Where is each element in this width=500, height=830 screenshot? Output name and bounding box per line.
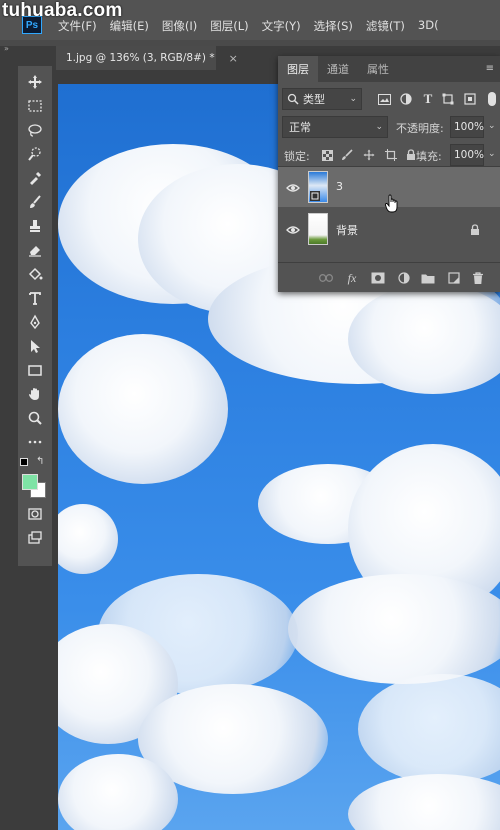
fill-dropdown-icon[interactable]: ⌄ bbox=[488, 149, 496, 159]
paint-bucket-tool-icon[interactable] bbox=[24, 264, 46, 284]
layer-style-icon[interactable]: fx bbox=[344, 271, 360, 285]
cloud bbox=[358, 674, 500, 784]
visibility-eye-icon[interactable] bbox=[286, 180, 300, 194]
document-tab[interactable]: 1.jpg @ 136% (3, RGB/8#) * × bbox=[56, 46, 238, 70]
quick-select-tool-icon[interactable] bbox=[24, 144, 46, 164]
close-document-icon[interactable]: × bbox=[229, 52, 238, 65]
menu-layer[interactable]: 图层(L) bbox=[210, 18, 248, 34]
more-tools-icon[interactable] bbox=[24, 432, 46, 452]
quick-mask-icon[interactable] bbox=[24, 504, 46, 524]
menu-filter[interactable]: 滤镜(T) bbox=[366, 18, 405, 34]
opacity-dropdown-icon[interactable]: ⌄ bbox=[488, 121, 496, 131]
collapse-toolbar-icon[interactable]: » bbox=[4, 44, 9, 53]
blend-mode-value: 正常 bbox=[289, 121, 311, 134]
foreground-color-swatch[interactable] bbox=[22, 474, 38, 490]
chevron-down-icon: ⌄ bbox=[375, 122, 383, 132]
layers-panel-footer: fx bbox=[278, 262, 500, 292]
menu-image[interactable]: 图像(I) bbox=[162, 18, 197, 34]
new-layer-icon[interactable] bbox=[446, 271, 462, 285]
menu-bar: Ps 文件(F) 编辑(E) 图像(I) 图层(L) 文字(Y) 选择(S) 滤… bbox=[0, 0, 500, 40]
eraser-tool-icon[interactable] bbox=[24, 240, 46, 260]
layers-panel: 图层 通道 属性 ≡ 类型 ⌄ T 正常 ⌄ 不透明度: 100% ⌄ 锁定: … bbox=[278, 56, 500, 292]
filter-smart-object-icon[interactable] bbox=[462, 91, 478, 107]
cloud bbox=[58, 334, 228, 484]
hand-cursor-icon bbox=[384, 194, 398, 213]
type-tool-icon[interactable] bbox=[24, 288, 46, 308]
cloud bbox=[288, 574, 500, 684]
blend-row: 正常 ⌄ 不透明度: 100% ⌄ bbox=[282, 116, 496, 138]
delete-layer-icon[interactable] bbox=[470, 271, 486, 285]
lock-pixels-icon[interactable] bbox=[340, 148, 354, 162]
lasso-tool-icon[interactable] bbox=[24, 120, 46, 140]
adjustment-layer-icon[interactable] bbox=[396, 271, 412, 285]
path-select-tool-icon[interactable] bbox=[24, 336, 46, 356]
move-tool-icon[interactable] bbox=[24, 72, 46, 92]
layer-thumbnail bbox=[308, 213, 328, 245]
swap-colors-icon[interactable]: ↰ bbox=[36, 456, 44, 467]
panel-menu-icon[interactable]: ≡ bbox=[486, 63, 494, 74]
filter-kind-select[interactable]: 类型 ⌄ bbox=[282, 88, 362, 110]
add-mask-icon[interactable] bbox=[370, 271, 386, 285]
menu-3d[interactable]: 3D( bbox=[418, 18, 439, 34]
filter-kind-label: 类型 bbox=[303, 93, 325, 106]
cloud bbox=[58, 504, 118, 574]
fill-label: 填充: bbox=[416, 150, 442, 163]
link-layers-icon[interactable] bbox=[318, 271, 334, 285]
lock-transparent-icon[interactable] bbox=[320, 148, 334, 162]
new-group-icon[interactable] bbox=[420, 271, 436, 285]
eyedropper-tool-icon[interactable] bbox=[24, 168, 46, 188]
panel-tabs: 图层 通道 属性 bbox=[278, 56, 500, 82]
lock-label: 锁定: bbox=[284, 150, 310, 163]
stamp-tool-icon[interactable] bbox=[24, 216, 46, 236]
menu-type[interactable]: 文字(Y) bbox=[262, 18, 301, 34]
layer-filter-row: 类型 ⌄ T bbox=[282, 88, 496, 110]
layer-name: 3 bbox=[336, 180, 343, 193]
filter-toggle[interactable] bbox=[488, 92, 496, 106]
blend-mode-select[interactable]: 正常 ⌄ bbox=[282, 116, 388, 138]
watermark: tuhuaba.com bbox=[2, 0, 123, 21]
document-tab-title: 1.jpg @ 136% (3, RGB/8#) * bbox=[66, 52, 215, 64]
chevron-down-icon: ⌄ bbox=[349, 94, 357, 104]
opacity-label: 不透明度: bbox=[396, 122, 444, 135]
filter-shape-icon[interactable] bbox=[440, 91, 456, 107]
brush-tool-icon[interactable] bbox=[24, 192, 46, 212]
layer-name: 背景 bbox=[336, 224, 358, 237]
layer-list: 3 背景 bbox=[278, 166, 500, 262]
pen-tool-icon[interactable] bbox=[24, 312, 46, 332]
visibility-eye-icon[interactable] bbox=[286, 222, 300, 236]
filter-type-icon[interactable]: T bbox=[420, 91, 436, 107]
cloud bbox=[348, 774, 500, 830]
lock-icon bbox=[470, 221, 482, 235]
search-icon bbox=[287, 93, 299, 105]
menu-select[interactable]: 选择(S) bbox=[314, 18, 353, 34]
lock-artboard-icon[interactable] bbox=[384, 148, 398, 162]
lock-position-icon[interactable] bbox=[362, 148, 376, 162]
lock-row: 锁定: 填充: 100% ⌄ bbox=[282, 144, 496, 166]
filter-adjustment-icon[interactable] bbox=[398, 91, 414, 107]
smart-object-badge-icon bbox=[310, 191, 320, 201]
tab-channels[interactable]: 通道 bbox=[318, 56, 358, 82]
fill-field[interactable]: 100% bbox=[450, 144, 484, 166]
photoshop-window: Ps 文件(F) 编辑(E) 图像(I) 图层(L) 文字(Y) 选择(S) 滤… bbox=[0, 0, 500, 830]
default-colors-icon[interactable] bbox=[20, 458, 28, 466]
layer-row-background[interactable]: 背景 bbox=[278, 209, 500, 249]
marquee-tool-icon[interactable] bbox=[24, 96, 46, 116]
filter-pixel-icon[interactable] bbox=[376, 91, 392, 107]
tab-properties[interactable]: 属性 bbox=[358, 56, 398, 82]
zoom-tool-icon[interactable] bbox=[24, 408, 46, 428]
tab-layers[interactable]: 图层 bbox=[278, 56, 318, 82]
layer-thumbnail bbox=[308, 171, 328, 203]
hand-tool-icon[interactable] bbox=[24, 384, 46, 404]
rectangle-tool-icon[interactable] bbox=[24, 360, 46, 380]
screen-mode-icon[interactable] bbox=[24, 528, 46, 548]
opacity-field[interactable]: 100% bbox=[450, 116, 484, 138]
